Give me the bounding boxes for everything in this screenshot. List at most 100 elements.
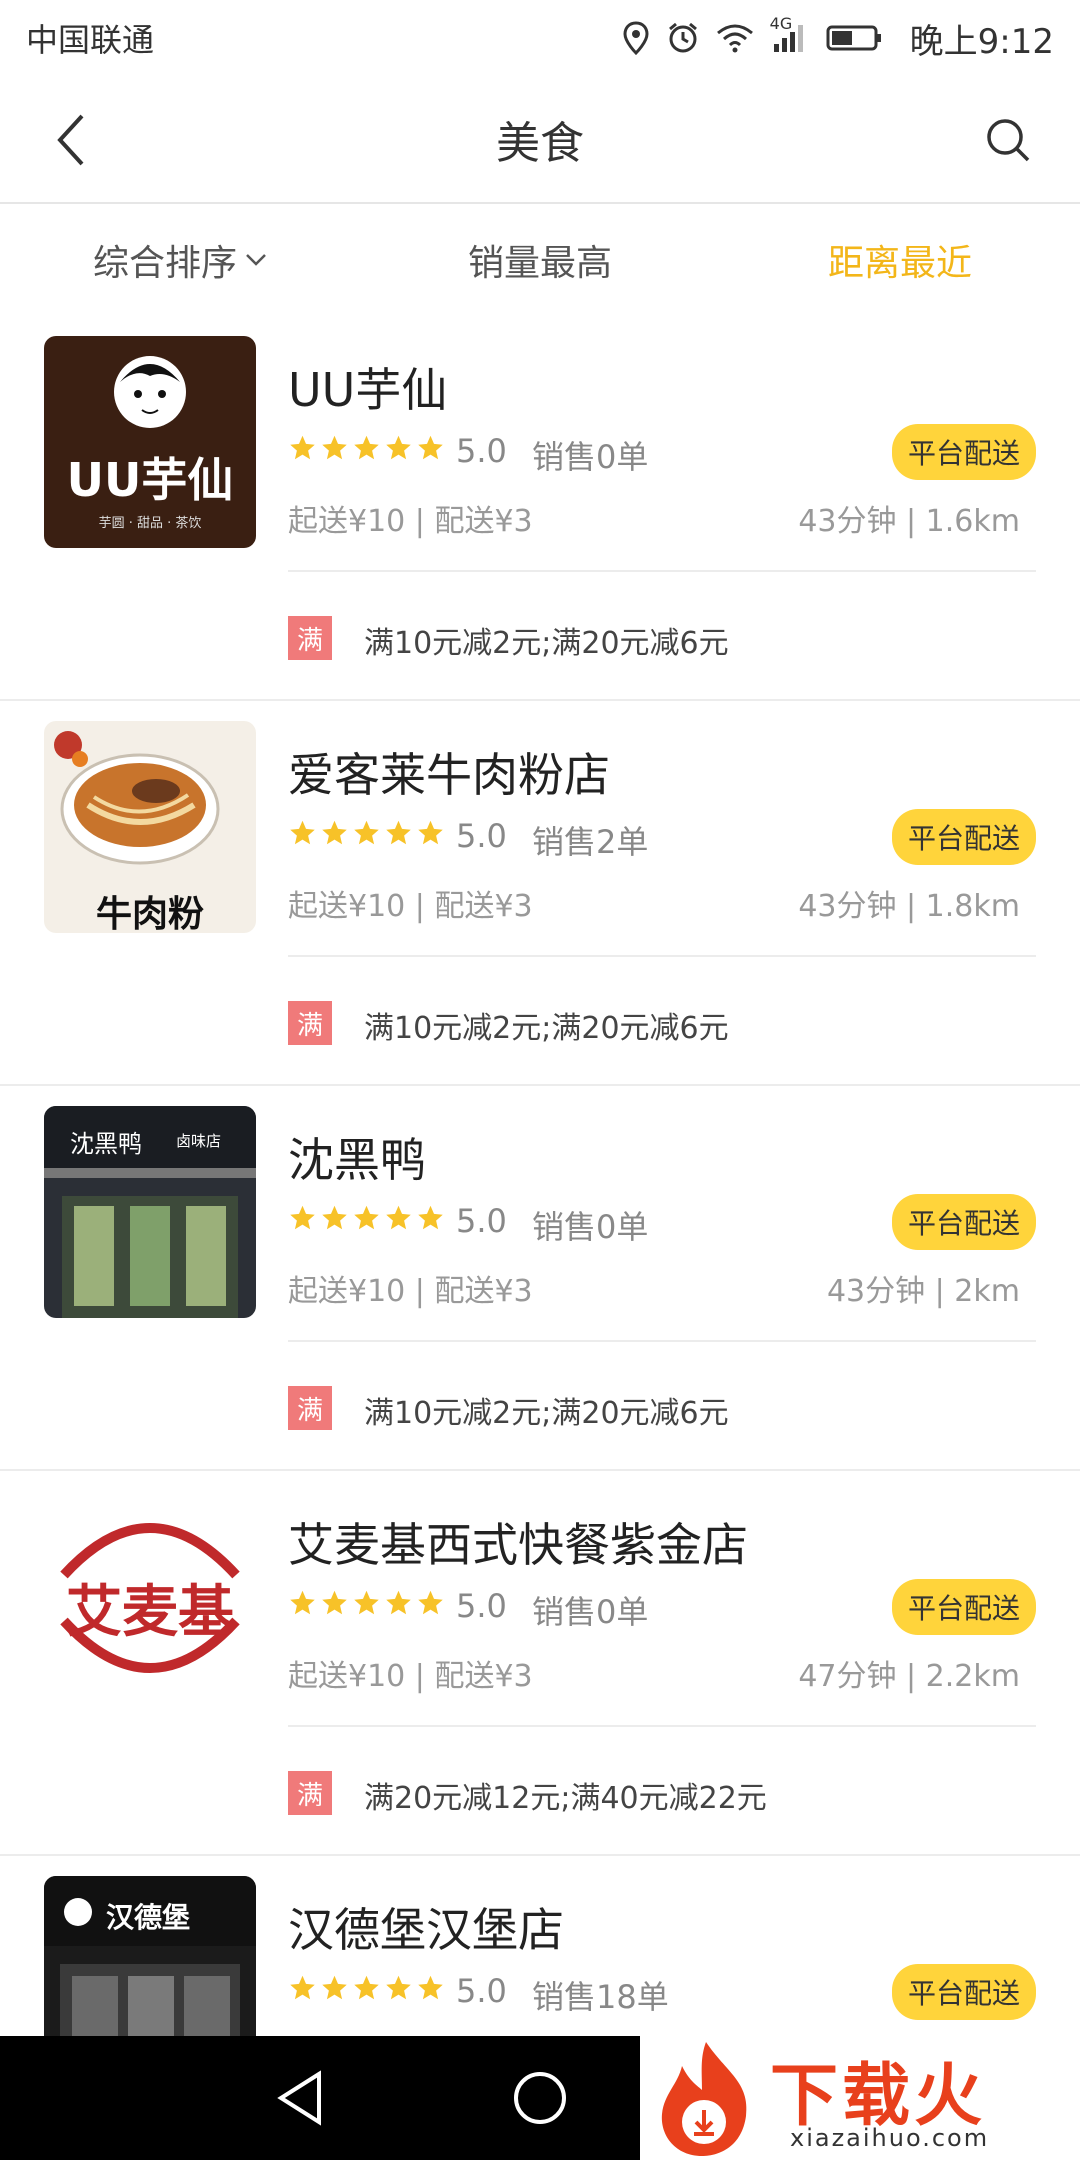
shop-item[interactable]: 牛肉粉 爱客莱牛肉粉店 5.0 销售2单 平台配送 起送¥10 | 配送¥3 4… [0,701,1080,1086]
shop-logo-text: 沈黑鸭 [70,1130,142,1158]
star-icon [322,435,347,460]
star-rating [288,1204,445,1232]
status-icons: 4G 晚上9:12 [622,14,1054,63]
star-rating [288,819,445,847]
star-icon [290,1205,315,1230]
search-button[interactable] [976,108,1040,172]
star-rating [288,434,445,462]
star-rating [288,1974,445,2002]
nav-home-button[interactable] [508,2066,572,2130]
search-icon [987,119,1030,162]
filter-label: 综合排序 [92,243,237,284]
star-icon [386,1975,411,2000]
rating-value: 5.0 [456,817,507,855]
star-icon [354,820,379,845]
shop-name: 艾麦基西式快餐紫金店 [288,1518,748,1572]
delivery-fees: 起送¥10 | 配送¥3 [288,889,533,924]
rating-value: 5.0 [456,1972,507,2010]
delivery-time-distance: 43分钟 | 1.6km [798,504,1020,539]
star-icon [386,1205,411,1230]
delivery-fees: 起送¥10 | 配送¥3 [288,1659,533,1694]
filter-label: 销量最高 [467,243,612,284]
filter-distance[interactable]: 距离最近 [720,234,1080,286]
star-icon [290,1590,315,1615]
filter-comprehensive[interactable]: 综合排序 [0,234,360,286]
star-icon [322,1205,347,1230]
promo-text: 满10元减2元;满20元减6元 [364,1011,729,1046]
delivery-badge: 平台配送 [891,1579,1036,1635]
chevron-left-icon [57,114,84,166]
star-icon [290,1975,315,2000]
shop-logo: 牛肉粉 [44,721,256,933]
star-icon [322,1590,347,1615]
shop-name: UU芋仙 [288,363,448,417]
watermark: 下载火 xiazaihuo.com [640,2036,1080,2160]
flame-logo-icon [661,2042,747,2156]
star-icon [418,1205,443,1230]
star-icon [322,1975,347,2000]
delivery-badge: 平台配送 [891,424,1036,480]
triangle-back-icon [277,2070,321,2126]
shop-item[interactable]: UU芋仙 芋圆 · 甜品 · 茶饮 UU芋仙 5.0 销售0单 平台配送 起送¥… [0,316,1080,701]
shop-name: 汉德堡汉堡店 [288,1903,564,1957]
delivery-badge: 平台配送 [891,809,1036,865]
divider [288,570,1036,572]
sales-count: 销售0单 [532,438,649,476]
delivery-fees: 起送¥10 | 配送¥3 [288,1274,533,1309]
shop-name: 爱客莱牛肉粉店 [288,748,610,802]
location-icon [622,21,650,55]
clock: 晚上9:12 [909,21,1054,62]
delivery-badge: 平台配送 [891,1194,1036,1250]
network-type-label: 4G [769,14,793,33]
star-icon [418,1975,443,2000]
star-icon [354,435,379,460]
shop-logo-text: UU芋仙 [66,453,234,507]
shop-logo-subtext: 卤味店 [176,1132,222,1150]
shop-logo: 沈黑鸭 卤味店 [44,1106,256,1318]
shop-logo-subtext: 芋圆 · 甜品 · 茶饮 [98,516,202,531]
back-button[interactable] [40,108,104,172]
carrier-label: 中国联通 [26,21,155,59]
filter-sales[interactable]: 销量最高 [360,234,720,286]
shop-list: UU芋仙 芋圆 · 甜品 · 茶饮 UU芋仙 5.0 销售0单 平台配送 起送¥… [0,316,1080,2160]
divider [288,1340,1036,1342]
promo-text: 满20元减12元;满40元减22元 [364,1781,767,1816]
shop-item[interactable]: 艾麦基 艾麦基西式快餐紫金店 5.0 销售0单 平台配送 起送¥10 | 配送¥… [0,1471,1080,1856]
star-icon [386,435,411,460]
divider [288,1725,1036,1727]
circle-home-icon [514,2072,566,2124]
star-icon [418,435,443,460]
nav-back-button[interactable] [268,2066,332,2130]
promo-text: 满10元减2元;满20元减6元 [364,1396,729,1431]
shop-name: 沈黑鸭 [288,1133,426,1187]
rating-value: 5.0 [456,1587,507,1625]
status-bar: 中国联通 4G 晚上9:12 [0,0,1080,76]
signal-icon: 4G [770,14,810,54]
watermark-url: xiazaihuo.com [790,2124,990,2152]
sales-count: 销售2单 [532,823,649,861]
sales-count: 销售0单 [532,1593,649,1631]
star-icon [386,1590,411,1615]
star-icon [290,435,315,460]
shop-logo: 艾麦基 [44,1491,256,1703]
star-icon [354,1590,379,1615]
delivery-time-distance: 47分钟 | 2.2km [798,1659,1020,1694]
filter-label: 距离最近 [827,243,972,284]
star-icon [418,820,443,845]
promo-tag: 满 [288,1771,332,1815]
shop-logo-text: 汉德堡 [106,1901,191,1934]
sales-count: 销售18单 [532,1978,669,2016]
delivery-time-distance: 43分钟 | 1.8km [798,889,1020,924]
star-icon [290,820,315,845]
shop-item[interactable]: 沈黑鸭 卤味店 沈黑鸭 5.0 销售0单 平台配送 起送¥10 | 配送¥3 4… [0,1086,1080,1471]
battery-icon [826,23,884,53]
shop-logo-text: 牛肉粉 [95,894,204,933]
star-icon [354,1205,379,1230]
shop-logo-text: 艾麦基 [66,1580,234,1645]
promo-tag: 满 [288,1386,332,1430]
promo-tag: 满 [288,1001,332,1045]
sort-filter-bar: 综合排序 销量最高 距离最近 [0,206,1080,314]
chevron-down-icon [246,254,266,266]
star-icon [418,1590,443,1615]
delivery-time-distance: 43分钟 | 2km [826,1274,1020,1309]
